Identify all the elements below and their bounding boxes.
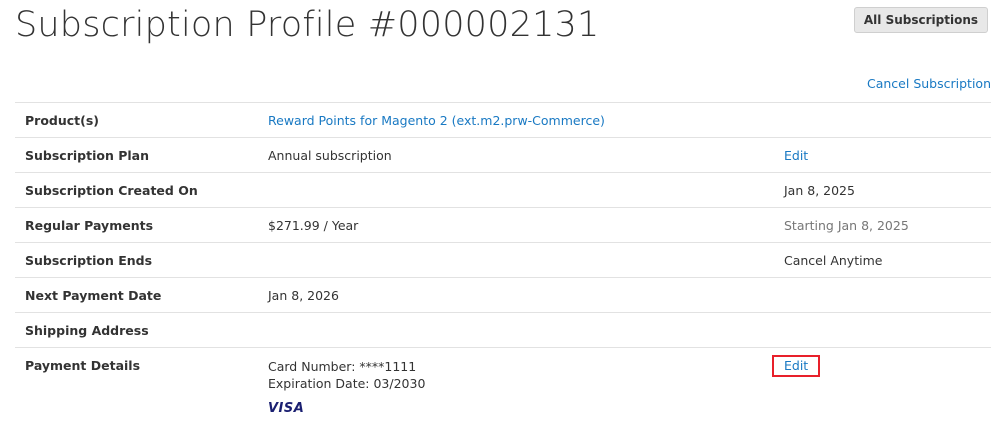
row-next-payment: Next Payment Date Jan 8, 2026 bbox=[15, 277, 991, 313]
row-label: Subscription Ends bbox=[15, 242, 268, 278]
card-expiration: Expiration Date: 03/2030 bbox=[268, 376, 426, 391]
row-value: Annual subscription bbox=[268, 137, 784, 173]
edit-plan-link[interactable]: Edit bbox=[784, 148, 808, 163]
row-value bbox=[268, 242, 784, 278]
row-regular-payments: Regular Payments $271.99 / Year Starting… bbox=[15, 207, 991, 243]
cancel-subscription-link[interactable]: Cancel Subscription bbox=[867, 76, 991, 91]
subscription-profile-page: Subscription Profile #000002131 All Subs… bbox=[0, 0, 1000, 435]
row-label: Next Payment Date bbox=[15, 277, 268, 313]
row-extra bbox=[784, 312, 991, 348]
card-info: Card Number: ****1111 Expiration Date: 0… bbox=[268, 358, 784, 392]
row-label: Shipping Address bbox=[15, 312, 268, 348]
all-subscriptions-button[interactable]: All Subscriptions bbox=[853, 7, 988, 33]
row-label: Product(s) bbox=[15, 102, 268, 138]
row-extra bbox=[784, 102, 991, 138]
row-label: Subscription Created On bbox=[15, 172, 268, 208]
row-label: Subscription Plan bbox=[15, 137, 268, 173]
ends-info: Cancel Anytime bbox=[784, 242, 991, 278]
subscription-details-table: Product(s) Reward Points for Magento 2 (… bbox=[15, 102, 991, 416]
next-payment-date: Jan 8, 2026 bbox=[268, 277, 784, 313]
row-value bbox=[268, 312, 784, 348]
row-label: Regular Payments bbox=[15, 207, 268, 243]
row-products: Product(s) Reward Points for Magento 2 (… bbox=[15, 102, 991, 138]
row-shipping-address: Shipping Address bbox=[15, 312, 991, 348]
product-link[interactable]: Reward Points for Magento 2 (ext.m2.prw-… bbox=[268, 113, 605, 128]
visa-logo-icon: VISA bbox=[268, 401, 305, 416]
payment-start-date: Starting Jan 8, 2025 bbox=[784, 207, 991, 243]
row-label: Payment Details bbox=[15, 347, 268, 416]
created-date: Jan 8, 2025 bbox=[784, 172, 991, 208]
row-value bbox=[268, 172, 784, 208]
row-subscription-plan: Subscription Plan Annual subscription Ed… bbox=[15, 137, 991, 173]
row-extra bbox=[784, 277, 991, 313]
row-created-on: Subscription Created On Jan 8, 2025 bbox=[15, 172, 991, 208]
card-number: Card Number: ****1111 bbox=[268, 359, 417, 374]
page-title: Subscription Profile #000002131 bbox=[15, 5, 600, 45]
row-subscription-ends: Subscription Ends Cancel Anytime bbox=[15, 242, 991, 278]
edit-payment-button[interactable]: Edit bbox=[772, 355, 821, 377]
row-payment-details: Payment Details Card Number: ****1111 Ex… bbox=[15, 347, 991, 416]
payment-amount: $271.99 / Year bbox=[268, 207, 784, 243]
